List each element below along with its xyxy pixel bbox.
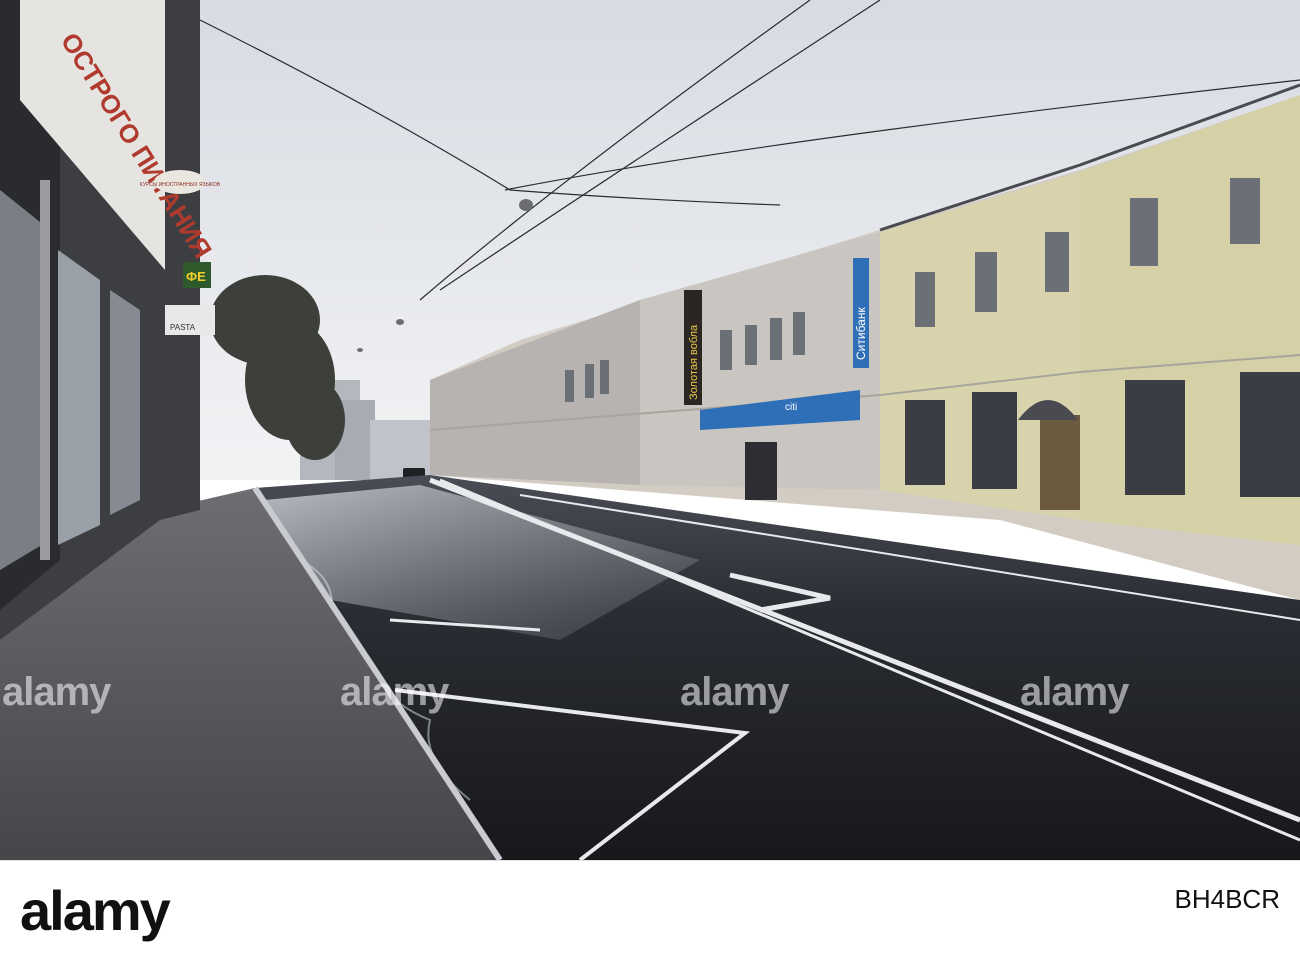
image-id: BH4BCR	[1174, 884, 1280, 914]
golden-vobla-sign: Золотая вобла	[684, 290, 702, 405]
svg-text:КУРСЫ ИНОСТРАННЫХ ЯЗЫКОВ: КУРСЫ ИНОСТРАННЫХ ЯЗЫКОВ	[140, 182, 221, 188]
street-scene: citi Ситибанк Золотая вобла ОСТРОГО ПИТА…	[0, 0, 1300, 860]
watermark: alamy	[1020, 670, 1129, 714]
svg-text:PASTA: PASTA	[170, 323, 196, 332]
alamy-logo: alamy	[20, 879, 171, 942]
svg-text:ФЕ: ФЕ	[186, 269, 206, 284]
citibank-sign: Ситибанк	[853, 258, 869, 368]
footer-divider	[0, 860, 1300, 861]
cafe-sign: ФЕ	[183, 262, 211, 288]
svg-text:Ситибанк: Ситибанк	[854, 307, 868, 360]
citi-sign: citi	[785, 402, 797, 413]
watermark: alamy	[680, 670, 789, 714]
watermark: alamy	[340, 670, 449, 714]
svg-text:Золотая вобла: Золотая вобла	[688, 324, 700, 400]
street-photo: citi Ситибанк Золотая вобла ОСТРОГО ПИТА…	[0, 0, 1300, 860]
watermark: alamy	[2, 670, 111, 714]
pasta-sign: PASTA	[165, 305, 215, 335]
footer-bar: alamy BH4BCR	[0, 860, 1300, 956]
street-billboard	[745, 442, 777, 500]
